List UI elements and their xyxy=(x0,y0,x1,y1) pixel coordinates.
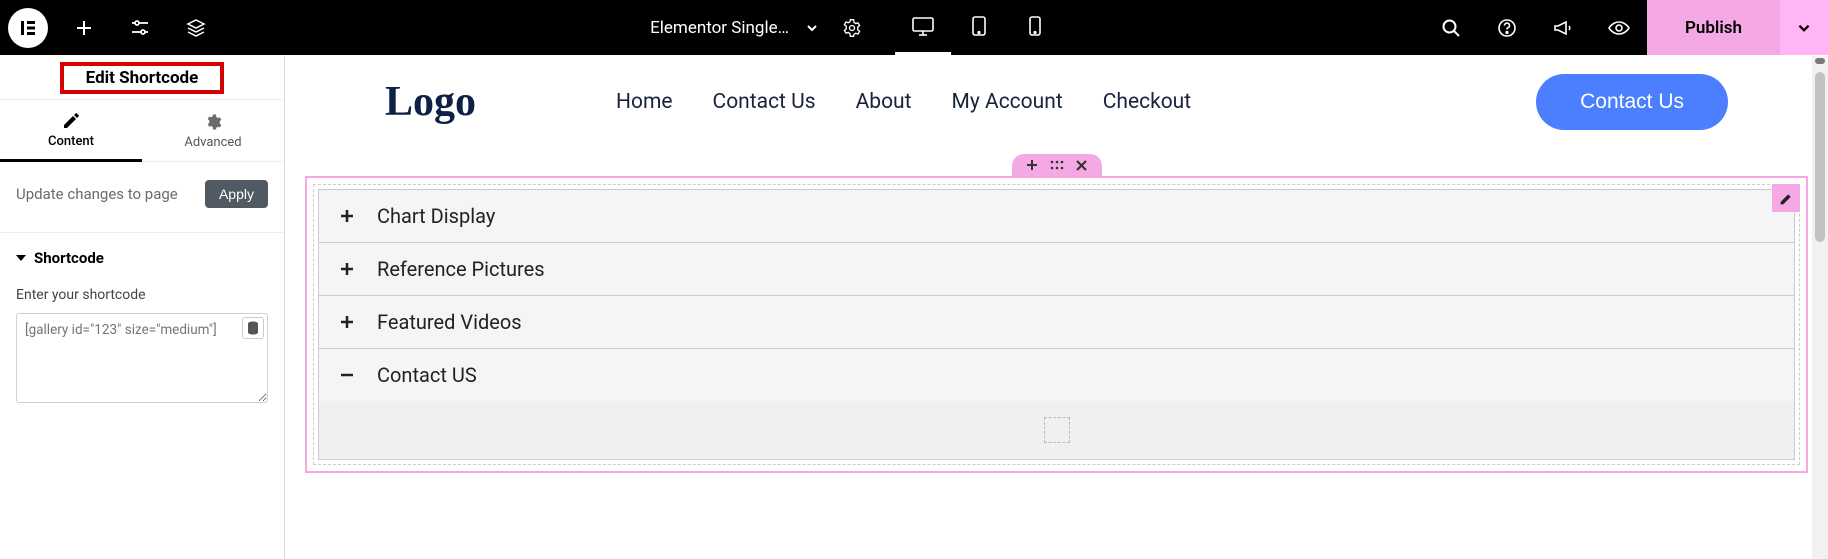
accordion-item[interactable]: Reference Pictures xyxy=(318,242,1795,296)
section-handle xyxy=(1012,154,1102,176)
field-label: Enter your shortcode xyxy=(16,287,268,303)
nav-link[interactable]: My Account xyxy=(952,90,1063,114)
eye-icon xyxy=(1607,19,1631,37)
canvas-scrollbar[interactable] xyxy=(1812,56,1828,559)
device-tablet-button[interactable] xyxy=(951,0,1007,55)
section-container[interactable]: Chart Display Reference Pictures Feature… xyxy=(305,176,1808,473)
chevron-down-icon xyxy=(805,21,819,35)
gear-icon xyxy=(842,18,862,38)
mobile-icon xyxy=(1028,15,1042,37)
main: Edit Shortcode Content Advanced Update c… xyxy=(0,55,1828,559)
section-head-label: Shortcode xyxy=(34,249,104,267)
accordion-item[interactable]: Featured Videos xyxy=(318,295,1795,349)
section-shortcode-toggle[interactable]: Shortcode xyxy=(16,249,268,267)
panel-title-wrap: Edit Shortcode xyxy=(0,56,284,100)
plus-icon xyxy=(75,19,93,37)
device-mobile-button[interactable] xyxy=(1007,0,1063,55)
document-dropdown-button[interactable] xyxy=(795,0,829,55)
section-close-button[interactable] xyxy=(1076,160,1087,171)
canvas: Logo Home Contact Us About My Account Ch… xyxy=(285,56,1828,559)
accordion-item-label: Featured Videos xyxy=(377,310,522,334)
dynamic-tags-button[interactable] xyxy=(242,317,264,339)
accordion-item[interactable]: Chart Display xyxy=(318,189,1795,243)
widget-edit-button[interactable] xyxy=(1772,184,1800,212)
accordion-item-label: Contact US xyxy=(377,363,477,387)
panel-tabs: Content Advanced xyxy=(0,100,284,162)
site-header: Logo Home Contact Us About My Account Ch… xyxy=(285,56,1828,154)
topbar: Elementor Single… xyxy=(0,0,1828,55)
accordion-item-label: Reference Pictures xyxy=(377,257,545,281)
editor-panel: Edit Shortcode Content Advanced Update c… xyxy=(0,56,285,559)
plus-icon xyxy=(339,261,357,277)
caret-down-icon xyxy=(16,253,26,263)
page-settings-button[interactable] xyxy=(829,0,875,55)
panel-title: Edit Shortcode xyxy=(60,62,225,94)
section-drag-handle[interactable] xyxy=(1050,160,1064,170)
widget-container[interactable]: Chart Display Reference Pictures Feature… xyxy=(313,184,1800,465)
plus-icon xyxy=(339,208,357,224)
update-text: Update changes to page xyxy=(16,185,178,203)
section-add-button[interactable] xyxy=(1026,159,1038,171)
structure-button[interactable] xyxy=(168,0,224,55)
help-button[interactable] xyxy=(1479,0,1535,55)
nav-link[interactable]: About xyxy=(856,90,912,114)
topbar-left xyxy=(0,0,224,55)
site-settings-button[interactable] xyxy=(112,0,168,55)
add-widget-button[interactable] xyxy=(56,0,112,55)
megaphone-icon xyxy=(1552,18,1574,38)
database-icon xyxy=(247,321,259,335)
sliders-icon xyxy=(130,19,150,37)
topbar-right: Publish xyxy=(1423,0,1828,55)
close-icon xyxy=(1076,160,1087,171)
gear-icon xyxy=(204,113,222,131)
accordion-content[interactable] xyxy=(318,401,1795,460)
plus-icon xyxy=(1026,159,1038,171)
document-title[interactable]: Elementor Single… xyxy=(644,18,795,38)
header-cta-button[interactable]: Contact Us xyxy=(1536,74,1728,130)
drag-icon xyxy=(1050,160,1064,170)
apply-button[interactable]: Apply xyxy=(205,180,268,208)
desktop-icon xyxy=(911,15,935,37)
layers-icon xyxy=(186,18,206,38)
chevron-down-icon xyxy=(1796,20,1812,36)
accordion-item-label: Chart Display xyxy=(377,204,495,228)
accordion-item[interactable]: Contact US xyxy=(318,348,1795,402)
topbar-center: Elementor Single… xyxy=(224,0,1423,55)
whats-new-button[interactable] xyxy=(1535,0,1591,55)
update-row: Update changes to page Apply xyxy=(0,176,284,233)
nav-link[interactable]: Home xyxy=(616,90,673,114)
tab-advanced-label: Advanced xyxy=(184,135,241,150)
tab-content-label: Content xyxy=(48,134,94,149)
nav-link[interactable]: Checkout xyxy=(1103,90,1191,114)
publish-options-button[interactable] xyxy=(1780,0,1828,55)
help-icon xyxy=(1497,18,1517,38)
publish-button[interactable]: Publish xyxy=(1647,0,1780,55)
pencil-icon xyxy=(62,112,80,130)
site-nav: Home Contact Us About My Account Checkou… xyxy=(616,90,1191,114)
site-logo[interactable]: Logo xyxy=(385,78,476,126)
minus-icon xyxy=(339,367,357,383)
nav-link[interactable]: Contact Us xyxy=(713,90,816,114)
tab-advanced[interactable]: Advanced xyxy=(142,100,284,162)
elementor-logo-icon xyxy=(8,8,48,48)
tab-content[interactable]: Content xyxy=(0,100,142,162)
tablet-icon xyxy=(970,15,988,37)
finder-button[interactable] xyxy=(1423,0,1479,55)
elementor-logo-button[interactable] xyxy=(0,0,56,55)
content-placeholder-icon xyxy=(1044,417,1070,443)
scrollbar-thumb[interactable] xyxy=(1815,72,1825,242)
search-icon xyxy=(1441,18,1461,38)
device-desktop-button[interactable] xyxy=(895,0,951,55)
shortcode-input[interactable] xyxy=(16,313,268,403)
preview-button[interactable] xyxy=(1591,0,1647,55)
pencil-icon xyxy=(1779,191,1794,206)
panel-body: Update changes to page Apply Shortcode E… xyxy=(0,162,284,423)
textarea-wrap xyxy=(16,313,268,407)
responsive-device-group xyxy=(895,0,1063,55)
plus-icon xyxy=(339,314,357,330)
